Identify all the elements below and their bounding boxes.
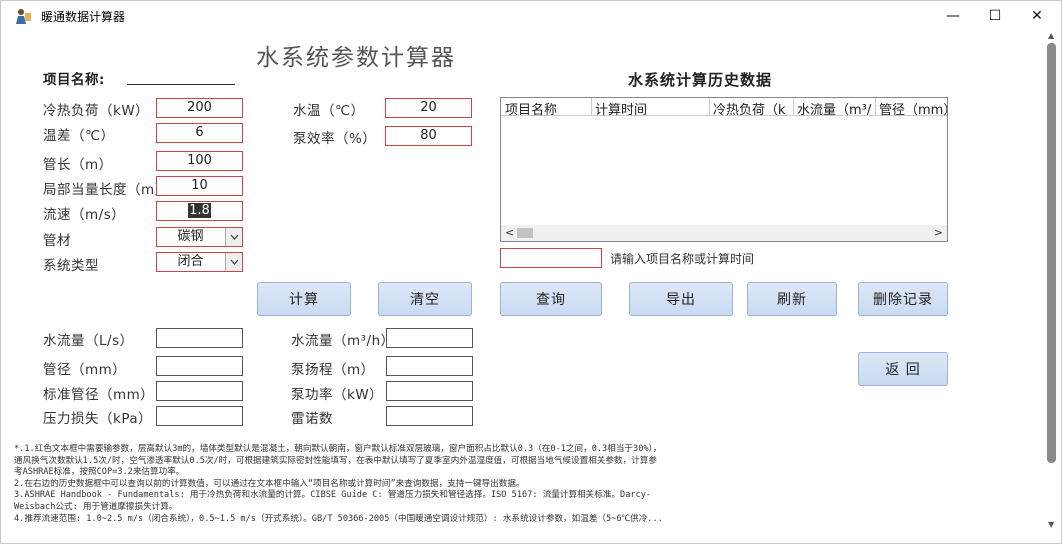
local-equiv-input[interactable]: 10 [156,176,243,196]
note-line: 4.推荐流速范围: 1.0~2.5 m/s（闭合系统），0.5~1.5 m/s（… [14,513,663,524]
back-button[interactable]: 返 回 [858,352,948,386]
std-diameter-label: 标准管径（mm） [43,387,155,403]
close-icon: ✕ [1031,8,1043,24]
temp-diff-input[interactable]: 6 [156,123,243,143]
flow-m3h-output[interactable] [386,328,473,348]
pump-eff-input[interactable]: 80 [385,126,472,146]
delete-record-button[interactable]: 删除记录 [858,282,948,316]
scroll-right-icon[interactable]: > [934,226,943,239]
note-line: 考ASHRAE标准，按照COP=3.2来估算功率。 [14,467,185,478]
load-label: 冷热负荷（kW） [43,103,150,119]
velocity-label: 流速（m/s） [43,207,126,223]
close-button[interactable]: ✕ [1015,1,1059,31]
material-value: 碳钢 [177,229,204,244]
system-type-label: 系统类型 [43,258,99,274]
pump-power-output[interactable] [386,381,473,401]
velocity-value: 1.8 [188,203,211,218]
column-header[interactable]: 管径（mm） [879,99,947,118]
diameter-output[interactable] [156,356,243,376]
query-button[interactable]: 查询 [500,282,602,316]
diameter-label: 管径（mm） [43,362,127,378]
minimize-icon: — [946,8,960,24]
history-search-input[interactable] [500,248,602,268]
flow-m3h-label: 水流量（m³/h） [291,333,395,349]
app-icon [16,9,31,24]
project-name-input[interactable] [127,71,235,85]
scroll-thumb[interactable] [1047,43,1056,463]
local-equiv-label: 局部当量长度（m） [43,182,169,198]
flow-ls-output[interactable] [156,328,243,348]
search-hint: 请输入项目名称或计算时间 [610,252,755,266]
material-select[interactable]: 碳钢 [156,227,243,247]
column-header[interactable]: 冷热负荷（k [713,99,793,118]
scroll-left-icon[interactable]: < [505,226,514,239]
note-line: 通风换气次数默认1.5次/时，空气渗透率默认0.5次/时，可根据建筑实际密封性能… [14,455,657,466]
note-line: Weisbach公式: 用于管道摩擦损失计算。 [14,501,178,512]
history-table-header: 项目名称 计算时间 冷热负荷（k 水流量（m³/ 管径（mm） [501,98,947,118]
export-button[interactable]: 导出 [629,282,733,316]
pump-head-output[interactable] [386,356,473,376]
window-title: 暖通数据计算器 [41,10,126,24]
water-temp-label: 水温（℃） [293,103,365,119]
water-temp-input[interactable]: 20 [385,98,472,118]
clear-button[interactable]: 清空 [378,282,472,316]
flow-ls-label: 水流量（L/s） [43,333,134,349]
pump-eff-label: 泵效率（%） [293,131,377,147]
std-diameter-output[interactable] [156,381,243,401]
chevron-down-icon [225,253,242,271]
load-input[interactable]: 200 [156,98,243,118]
minimize-button[interactable]: — [931,1,975,31]
note-line: 3.ASHRAE Handbook - Fundamentals: 用于冷热负荷… [14,490,652,501]
pipe-length-input[interactable]: 100 [156,151,243,171]
temp-diff-label: 温差（℃） [43,128,115,144]
notes-text: *.1.红色文本框中需要输参数，层高默认3m的，墙体类型默认是混凝土，朝向默认朝… [14,444,814,525]
horizontal-scrollbar[interactable]: < > [501,225,947,241]
maximize-icon: ☐ [988,8,1002,24]
column-header[interactable]: 水流量（m³/ [797,99,877,118]
pipe-length-label: 管长（m） [43,157,113,173]
refresh-button[interactable]: 刷新 [747,282,837,316]
scroll-down-icon[interactable]: ▼ [1048,520,1054,529]
system-type-value: 闭合 [177,254,204,269]
pressure-loss-output[interactable] [156,406,243,426]
history-table[interactable]: 项目名称 计算时间 冷热负荷（k 水流量（m³/ 管径（mm） < > [500,97,948,242]
app-window: 暖通数据计算器 — ☐ ✕ 水系统参数计算器 项目名称: 冷热负荷（kW） 温差… [0,0,1062,544]
pump-head-label: 泵扬程（m） [291,362,375,378]
history-title: 水系统计算历史数据 [628,71,773,89]
column-header[interactable]: 项目名称 [505,99,591,118]
pump-power-label: 泵功率（kW） [291,387,384,403]
velocity-input[interactable]: 1.8 [156,201,243,221]
title-bar: 暖通数据计算器 — ☐ ✕ [1,1,1061,31]
vertical-scrollbar[interactable]: ▲ ▼ [1047,31,1057,529]
maximize-button[interactable]: ☐ [973,1,1017,31]
pressure-loss-label: 压力损失（kPa） [43,411,153,427]
material-label: 管材 [43,233,71,249]
page-title: 水系统参数计算器 [256,45,456,71]
system-type-select[interactable]: 闭合 [156,252,243,272]
reynolds-label: 雷诺数 [291,411,333,427]
note-line: *.1.红色文本框中需要输参数，层高默认3m的，墙体类型默认是混凝土，朝向默认朝… [14,444,662,454]
column-header[interactable]: 计算时间 [595,99,709,118]
note-line: 2.在右边的历史数据框中可以查询以前的计算数值，可以通过在文本框中输入“项目名称… [14,478,525,489]
chevron-down-icon [225,228,242,246]
reynolds-output[interactable] [386,406,473,426]
calculate-button[interactable]: 计算 [257,282,351,316]
scroll-thumb[interactable] [517,228,533,238]
project-name-label: 项目名称: [43,72,105,88]
scroll-up-icon[interactable]: ▲ [1048,31,1054,40]
